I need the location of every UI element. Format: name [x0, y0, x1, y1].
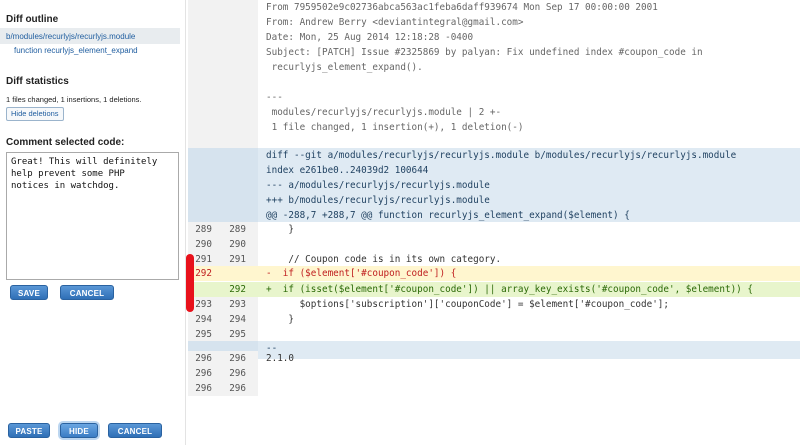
code-text: --- a/modules/recurlyjs/recurlyjs.module	[266, 180, 490, 191]
sidebar: Diff outline b/modules/recurlyjs/recurly…	[0, 0, 186, 445]
context-line[interactable]: 296 296	[188, 366, 800, 381]
hide-button[interactable]: HIDE	[60, 423, 98, 438]
diff-info-line[interactable]: --- a/modules/recurlyjs/recurlyjs.module	[188, 178, 800, 193]
context-line[interactable]: 294 294 }	[188, 312, 800, 327]
diff-info-line[interactable]: index e261be0..24039d2 100644	[188, 163, 800, 178]
code-text: + if (isset($element['#coupon_code']) ||…	[266, 284, 753, 295]
context-line[interactable]: 291 291 // Coupon code is in its own cate…	[188, 252, 800, 267]
line-number-gutter	[188, 208, 258, 222]
cancel-comment-button[interactable]: CANCEL	[108, 423, 162, 438]
new-line-number: 296	[229, 368, 246, 379]
new-line-number: 294	[229, 314, 246, 325]
line-number-gutter	[188, 193, 258, 208]
context-line[interactable]: 296 296 2.1.0	[188, 351, 800, 366]
code-text: recurlyjs_element_expand().	[266, 62, 423, 73]
code-text: // Coupon code is in its own category.	[266, 254, 502, 265]
old-line-number: 294	[195, 314, 212, 325]
new-line-number: 291	[229, 254, 246, 265]
context-line[interactable]: 293 293 $options['subscription']['couponC…	[188, 297, 800, 312]
line-number-gutter	[188, 120, 258, 135]
cancel-button[interactable]: CANCEL	[60, 285, 114, 300]
patch-header-line[interactable]: From: Andrew Berry <deviantintegral@gmai…	[188, 15, 800, 30]
patch-header-line[interactable]: ---	[188, 90, 800, 105]
patch-header-line[interactable]: recurlyjs_element_expand().	[188, 60, 800, 75]
code-text: Subject: [PATCH] Issue #2325869 by palya…	[266, 47, 703, 58]
code-text: @@ -288,7 +288,7 @@ function recurlyjs_e…	[266, 210, 630, 221]
new-line-number: 295	[229, 329, 246, 340]
new-line-number: 292	[229, 284, 246, 295]
deleted-line[interactable]: 292- if ($element['#coupon_code']) {	[188, 266, 800, 281]
code-text: +++ b/modules/recurlyjs/recurlyjs.module	[266, 195, 490, 206]
code-text: ---	[266, 92, 283, 103]
code-text: 1 file changed, 1 insertion(+), 1 deleti…	[266, 122, 524, 133]
diff-outline-title: Diff outline	[6, 14, 59, 25]
save-button[interactable]: SAVE	[10, 285, 48, 300]
line-number-gutter	[188, 105, 258, 120]
old-line-number: 296	[195, 383, 212, 394]
code-text: }	[266, 314, 294, 325]
outline-file-link[interactable]: b/modules/recurlyjs/recurlyjs.module	[0, 28, 180, 44]
line-number-gutter	[188, 45, 258, 60]
patch-header-line[interactable]: 1 file changed, 1 insertion(+), 1 deleti…	[188, 120, 800, 135]
patch-header-line[interactable]: From 7959502e9c02736abca563ac1feba6daff9…	[188, 0, 800, 15]
line-number-gutter	[188, 148, 258, 163]
line-number-gutter	[188, 60, 258, 75]
selection-marker	[186, 254, 194, 312]
context-line[interactable]: 296 296	[188, 381, 800, 396]
line-number-gutter	[188, 90, 258, 105]
line-number-gutter	[188, 15, 258, 30]
line-number-gutter	[188, 30, 258, 45]
hide-deletions-button[interactable]: Hide deletions	[6, 107, 64, 121]
old-line-number: 295	[195, 329, 212, 340]
diff-info-line[interactable]: +++ b/modules/recurlyjs/recurlyjs.module	[188, 193, 800, 208]
line-number-gutter	[188, 163, 258, 178]
new-line-number: 289	[229, 224, 246, 235]
new-line-number: 290	[229, 239, 246, 250]
code-text: From 7959502e9c02736abca563ac1feba6daff9…	[266, 2, 658, 13]
old-line-number: 296	[195, 353, 212, 364]
context-line[interactable]: 295 295	[188, 327, 800, 342]
new-line-number: 293	[229, 299, 246, 310]
line-number-gutter	[188, 178, 258, 193]
code-text: Date: Mon, 25 Aug 2014 12:18:28 -0400	[266, 32, 474, 43]
line-number-gutter	[188, 75, 258, 90]
code-text: diff --git a/modules/recurlyjs/recurlyjs…	[266, 150, 737, 161]
patch-header-line[interactable]: Subject: [PATCH] Issue #2325869 by palya…	[188, 45, 800, 60]
code-text: $options['subscription']['couponCode'] =…	[266, 299, 669, 310]
code-text: }	[266, 224, 294, 235]
old-line-number: 289	[195, 224, 212, 235]
diff-statistics-title: Diff statistics	[6, 76, 69, 87]
new-line-number: 296	[229, 353, 246, 364]
new-line-number: 296	[229, 383, 246, 394]
patch-header-line[interactable]	[188, 75, 800, 90]
comment-title: Comment selected code:	[6, 137, 125, 148]
context-line[interactable]: 289 289 }	[188, 222, 800, 237]
diff-statistics-text: 1 files changed, 1 insertions, 1 deletio…	[6, 95, 142, 104]
diff-info-line[interactable]: @@ -288,7 +288,7 @@ function recurlyjs_e…	[188, 208, 800, 222]
line-number-gutter	[188, 0, 258, 15]
diff-info-line[interactable]: diff --git a/modules/recurlyjs/recurlyjs…	[188, 148, 800, 163]
code-text: - if ($element['#coupon_code']) {	[266, 268, 457, 279]
patch-header-line[interactable]: Date: Mon, 25 Aug 2014 12:18:28 -0400	[188, 30, 800, 45]
old-line-number: 296	[195, 368, 212, 379]
context-line[interactable]: 290 290	[188, 237, 800, 252]
code-text: 2.1.0	[266, 353, 294, 364]
code-text: index e261be0..24039d2 100644	[266, 165, 429, 176]
outline-function-link[interactable]: function recurlyjs_element_expand	[14, 46, 138, 55]
code-text: From: Andrew Berry <deviantintegral@gmai…	[266, 17, 524, 28]
comment-textarea[interactable]: Great! This will definitely help prevent…	[6, 152, 179, 280]
old-line-number: 290	[195, 239, 212, 250]
code-text: modules/recurlyjs/recurlyjs.module | 2 +…	[266, 107, 502, 118]
paste-button[interactable]: PASTE	[8, 423, 50, 438]
patch-header-line[interactable]: modules/recurlyjs/recurlyjs.module | 2 +…	[188, 105, 800, 120]
added-line[interactable]: 292 + if (isset($element['#coupon_code'])…	[188, 282, 800, 297]
diff-view: From 7959502e9c02736abca563ac1feba6daff9…	[188, 0, 800, 445]
